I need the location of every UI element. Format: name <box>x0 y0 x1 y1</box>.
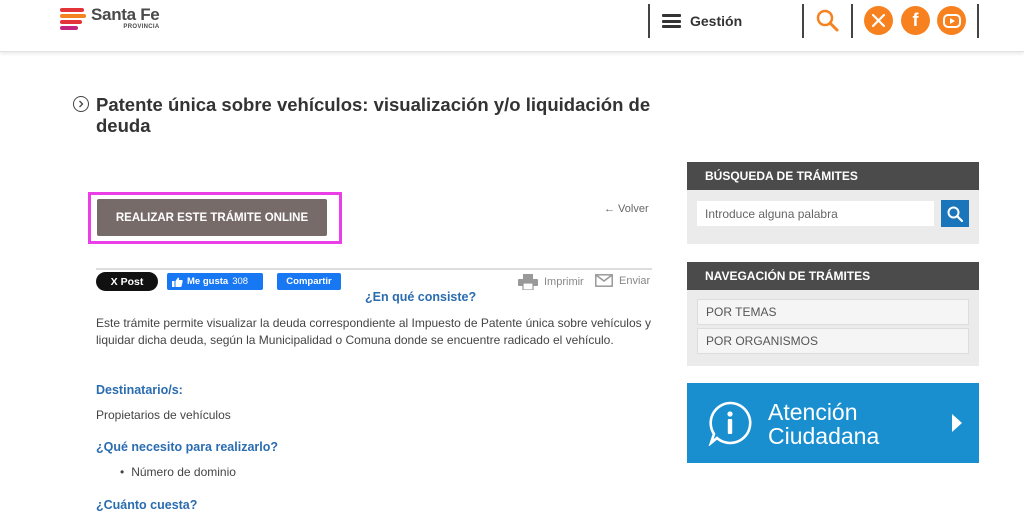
logo-subtitle: PROVINCIA <box>123 24 160 30</box>
requirements-heading: ¿Qué necesito para realizarlo? <box>96 440 279 454</box>
citizen-attention-line2: Ciudadana <box>768 423 880 449</box>
thumbs-up-icon <box>172 277 183 287</box>
requirement-item: Número de dominio <box>120 465 236 479</box>
printer-icon <box>518 274 538 290</box>
send-email-button[interactable]: Enviar <box>595 274 650 287</box>
chevron-right-circle-icon <box>73 96 89 112</box>
header-divider <box>648 4 650 38</box>
gestion-label: Gestión <box>690 13 743 29</box>
header-divider <box>802 4 804 38</box>
logo-title: Santa Fe <box>91 5 160 24</box>
page-title-block: Patente única sobre vehículos: visualiza… <box>73 94 663 136</box>
share-divider <box>96 268 652 270</box>
chevron-right-icon <box>952 414 962 432</box>
procedure-search-heading: BÚSQUEDA DE TRÁMITES <box>687 162 979 190</box>
procedure-search-button[interactable] <box>941 200 969 227</box>
santa-fe-logo-mark-icon <box>60 6 88 30</box>
facebook-like-count: 308 <box>232 276 249 287</box>
youtube-icon[interactable] <box>937 6 966 35</box>
santa-fe-logo[interactable]: Santa Fe PROVINCIA <box>60 5 160 30</box>
facebook-like-button[interactable]: Me gusta 308 <box>167 273 263 290</box>
what-description: Este trámite permite visualizar la deuda… <box>96 316 651 347</box>
facebook-like-label: Me gusta <box>187 276 229 287</box>
send-label: Enviar <box>619 274 651 287</box>
back-link[interactable]: ← Volver <box>604 203 649 215</box>
hamburger-icon <box>662 14 681 28</box>
recipients-heading: Destinatario/s: <box>96 383 183 397</box>
page-title: Patente única sobre vehículos: visualiza… <box>96 94 651 136</box>
print-button[interactable]: Imprimir <box>518 274 584 290</box>
top-header: Santa Fe PROVINCIA Gestión f <box>0 0 1024 52</box>
search-icon <box>947 206 963 222</box>
cost-heading: ¿Cuánto cuesta? <box>96 498 198 512</box>
facebook-share-button[interactable]: Compartir <box>277 273 341 290</box>
nav-item-by-organisms[interactable]: POR ORGANISMOS <box>697 328 969 354</box>
header-divider <box>851 4 853 38</box>
online-procedure-button[interactable]: REALIZAR ESTE TRÁMITE ONLINE <box>97 199 327 236</box>
citizen-attention-banner[interactable]: Atención Ciudadana <box>687 383 979 463</box>
search-icon[interactable] <box>815 8 839 32</box>
print-label: Imprimir <box>544 276 584 288</box>
header-divider <box>977 4 979 38</box>
nav-item-by-topics[interactable]: POR TEMAS <box>697 299 969 325</box>
citizen-attention-line1: Atención <box>768 399 858 425</box>
envelope-icon <box>595 274 613 287</box>
x-post-button[interactable]: X Post <box>96 272 158 291</box>
procedure-search-input[interactable] <box>697 201 934 226</box>
gestion-menu-button[interactable]: Gestión <box>662 10 742 32</box>
recipients-text: Propietarios de vehículos <box>96 408 231 422</box>
facebook-icon[interactable]: f <box>901 6 930 35</box>
what-heading: ¿En qué consiste? <box>365 290 477 304</box>
procedure-navigation-heading: NAVEGACIÓN DE TRÁMITES <box>687 262 979 290</box>
info-speech-bubble-icon <box>708 401 752 446</box>
x-icon[interactable] <box>864 6 893 35</box>
